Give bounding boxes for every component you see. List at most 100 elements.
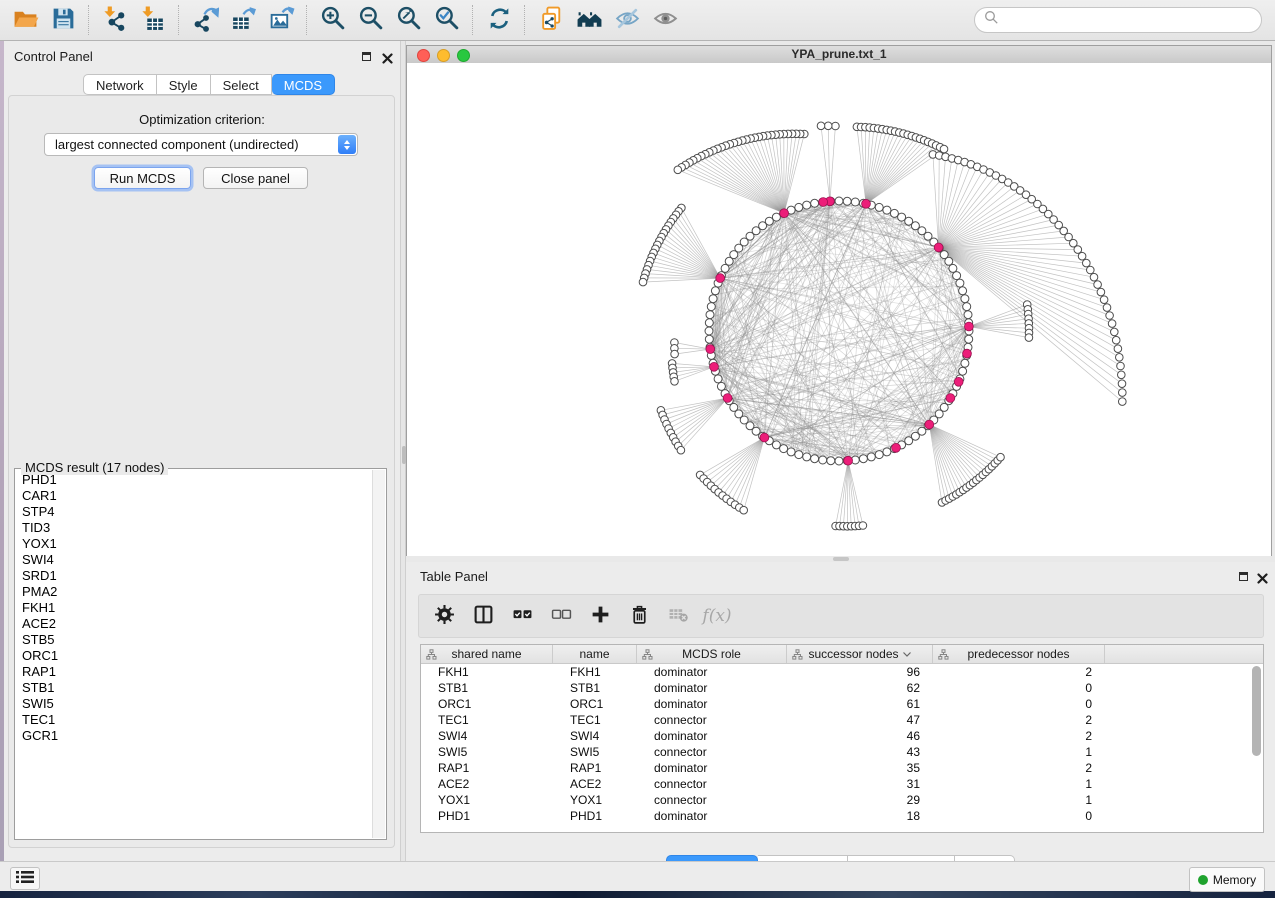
table-cell[interactable]: RAP1 xyxy=(553,760,637,776)
network-node[interactable] xyxy=(1108,320,1116,328)
table-cell[interactable]: 29 xyxy=(787,792,933,808)
table-cell[interactable]: PHD1 xyxy=(553,808,637,824)
table-cell[interactable]: ACE2 xyxy=(421,776,553,792)
network-node[interactable] xyxy=(940,145,948,153)
network-node[interactable] xyxy=(1103,304,1111,312)
mcds-node[interactable] xyxy=(862,199,871,208)
table-cell[interactable]: ORC1 xyxy=(553,696,637,712)
export-table-button[interactable] xyxy=(224,3,262,37)
network-node[interactable] xyxy=(959,287,967,295)
table-cell[interactable]: SWI5 xyxy=(553,744,637,760)
table-cell[interactable]: ORC1 xyxy=(421,696,553,712)
network-node[interactable] xyxy=(843,197,851,205)
network-node[interactable] xyxy=(883,448,891,456)
table-cell[interactable]: SWI5 xyxy=(421,744,553,760)
table-cell[interactable]: 1 xyxy=(933,776,1105,792)
table-cell[interactable]: 1 xyxy=(933,792,1105,808)
table-row[interactable]: ORC1ORC1dominator610 xyxy=(421,696,1263,712)
table-cell[interactable]: YOX1 xyxy=(553,792,637,808)
network-node[interactable] xyxy=(835,457,843,465)
network-node[interactable] xyxy=(963,303,971,311)
network-node[interactable] xyxy=(867,453,875,461)
table-cell[interactable]: 2 xyxy=(933,760,1105,776)
mcds-result-item[interactable]: TID3 xyxy=(16,520,372,536)
network-node[interactable] xyxy=(859,455,867,463)
hide-selected-button[interactable] xyxy=(608,3,646,37)
table-cell[interactable]: SWI4 xyxy=(421,728,553,744)
refresh-layout-button[interactable] xyxy=(480,3,518,37)
network-node[interactable] xyxy=(835,197,843,205)
network-node[interactable] xyxy=(1106,312,1114,320)
table-cell[interactable]: FKH1 xyxy=(553,664,637,680)
network-node[interactable] xyxy=(1119,398,1127,406)
network-node[interactable] xyxy=(671,378,679,386)
network-node[interactable] xyxy=(819,456,827,464)
network-node[interactable] xyxy=(875,203,883,211)
network-node[interactable] xyxy=(709,295,717,303)
save-session-button[interactable] xyxy=(44,3,82,37)
network-node[interactable] xyxy=(824,122,832,130)
mcds-result-item[interactable]: FKH1 xyxy=(16,600,372,616)
mcds-node[interactable] xyxy=(819,198,828,207)
network-node[interactable] xyxy=(1111,328,1119,336)
network-node[interactable] xyxy=(705,335,713,343)
table-row[interactable]: FKH1FKH1dominator962 xyxy=(421,664,1263,680)
delete-column-button[interactable] xyxy=(624,600,654,632)
zoom-out-button[interactable] xyxy=(352,3,390,37)
table-settings-button[interactable] xyxy=(429,600,459,632)
mcds-result-item[interactable]: ORC1 xyxy=(16,648,372,664)
close-panel-icon[interactable] xyxy=(1257,571,1268,582)
network-node[interactable] xyxy=(832,122,840,130)
network-node[interactable] xyxy=(1112,336,1120,344)
column-header-predecessor-nodes[interactable]: predecessor nodes xyxy=(933,645,1105,663)
table-cell[interactable]: dominator xyxy=(637,696,787,712)
network-node[interactable] xyxy=(883,206,891,214)
network-node[interactable] xyxy=(780,445,788,453)
network-node[interactable] xyxy=(965,335,973,343)
table-cell[interactable]: connector xyxy=(637,744,787,760)
mcds-node[interactable] xyxy=(892,443,901,452)
network-node[interactable] xyxy=(705,327,713,335)
copy-network-button[interactable] xyxy=(532,3,570,37)
table-cell[interactable]: 0 xyxy=(933,696,1105,712)
mcds-node[interactable] xyxy=(934,243,943,252)
network-node[interactable] xyxy=(671,350,679,358)
zoom-in-button[interactable] xyxy=(314,3,352,37)
show-all-button[interactable] xyxy=(646,3,684,37)
mcds-node[interactable] xyxy=(946,394,955,403)
table-cell[interactable]: PHD1 xyxy=(421,808,553,824)
open-session-button[interactable] xyxy=(6,3,44,37)
table-cell[interactable]: 2 xyxy=(933,728,1105,744)
network-node[interactable] xyxy=(859,522,867,530)
table-cell[interactable]: dominator xyxy=(637,664,787,680)
network-node[interactable] xyxy=(707,303,715,311)
mcds-node[interactable] xyxy=(925,420,934,429)
mcds-result-item[interactable]: PHD1 xyxy=(16,472,372,488)
table-cell[interactable]: ACE2 xyxy=(553,776,637,792)
table-cell[interactable]: STB1 xyxy=(421,680,553,696)
network-node[interactable] xyxy=(1100,296,1108,304)
table-cell[interactable]: dominator xyxy=(637,760,787,776)
mcds-result-item[interactable]: STP4 xyxy=(16,504,372,520)
table-row[interactable]: SWI4SWI4dominator462 xyxy=(421,728,1263,744)
mcds-result-item[interactable]: STB1 xyxy=(16,680,372,696)
table-row[interactable]: PHD1PHD1dominator180 xyxy=(421,808,1263,824)
function-builder-button[interactable]: f(x) xyxy=(702,600,732,632)
network-node[interactable] xyxy=(1087,266,1095,274)
mcds-result-item[interactable]: SWI5 xyxy=(16,696,372,712)
network-node[interactable] xyxy=(997,453,1005,461)
table-cell[interactable]: 1 xyxy=(933,744,1105,760)
tab-mcds[interactable]: MCDS xyxy=(272,74,335,95)
network-node[interactable] xyxy=(803,453,811,461)
tab-style[interactable]: Style xyxy=(157,74,211,95)
table-cell[interactable]: 31 xyxy=(787,776,933,792)
mcds-result-item[interactable]: SRD1 xyxy=(16,568,372,584)
table-row[interactable]: ACE2ACE2connector311 xyxy=(421,776,1263,792)
zoom-selected-button[interactable] xyxy=(428,3,466,37)
mcds-node[interactable] xyxy=(780,209,789,218)
network-node[interactable] xyxy=(811,199,819,207)
network-node[interactable] xyxy=(674,166,682,174)
table-cell[interactable]: connector xyxy=(637,712,787,728)
network-node[interactable] xyxy=(1094,281,1102,289)
splitter-handle[interactable] xyxy=(402,446,406,464)
